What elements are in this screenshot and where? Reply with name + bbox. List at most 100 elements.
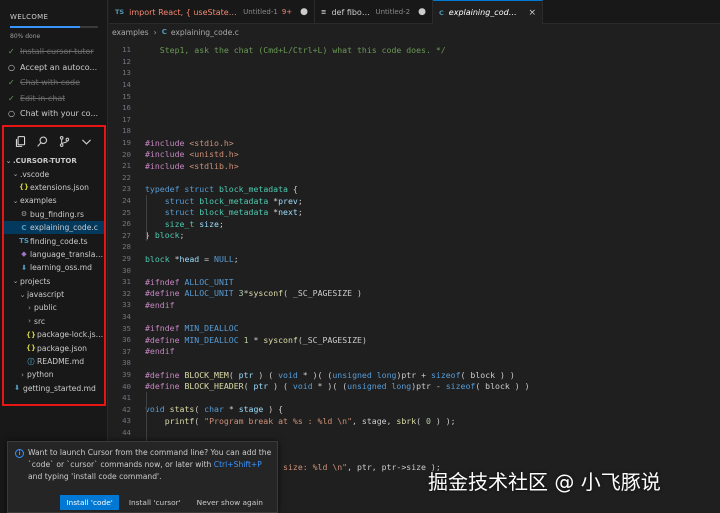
explorer-folder[interactable]: ⌄ .vscode	[4, 167, 104, 180]
code-token: size	[199, 218, 219, 229]
code-line: 15	[109, 90, 709, 102]
line-number: 38	[122, 358, 131, 368]
editor-tab[interactable]: ≡ def fibonacci(n):Untitled-2 ●	[315, 0, 433, 24]
code-token: MIN_DEALLOC	[184, 323, 239, 334]
code-token: ;	[179, 230, 185, 241]
explorer-file[interactable]: {} extensions.json	[4, 181, 104, 194]
code-line: 13	[109, 67, 709, 79]
explorer-folder[interactable]: › public	[4, 301, 104, 314]
never-show-again-button[interactable]: Never show again	[191, 495, 269, 510]
line-number: 12	[122, 56, 131, 66]
code-text: printf( "Program break at %s : %ld \n", …	[145, 416, 456, 426]
explorer-item-label: package.json	[37, 343, 87, 353]
code-text: #include <stdio.h>	[145, 138, 234, 148]
welcome-step[interactable]: ○ Accept an autoco...	[8, 60, 104, 76]
line-number: 43	[122, 416, 131, 426]
code-token: unsigned long	[332, 369, 397, 380]
code-token: #endif	[145, 346, 175, 357]
code-line: 38	[109, 357, 709, 369]
editor-tab[interactable]: TS import React, { useState, useEffect } …	[109, 0, 315, 24]
source-control-icon[interactable]	[56, 133, 72, 149]
code-line: 11 Step1, ask the chat (Cmd+L/Ctrl+L) wh…	[109, 44, 709, 56]
explorer-panel: ⌄ .CURSOR-TUTOR ⌄ .vscode{} extensions.jso…	[2, 125, 106, 406]
welcome-step[interactable]: ✓ Edit in chat	[8, 91, 104, 107]
notification-message-part2: and typing 'install code command'.	[28, 472, 162, 481]
explorer-folder[interactable]: ⌄ examples	[4, 194, 104, 207]
code-text: size_t size;	[145, 219, 224, 229]
code-token: void	[292, 381, 313, 392]
code-line: 33 #endif	[109, 299, 709, 311]
code-token: (_SC_PAGESIZE)	[297, 334, 367, 345]
explorer-item-label: learning_oss.md	[30, 263, 92, 273]
code-line: 37 #endif	[109, 346, 709, 358]
code-token: stage	[238, 404, 264, 415]
explorer-folder[interactable]: › python	[4, 368, 104, 381]
code-token: (	[416, 415, 426, 426]
breadcrumb-file[interactable]: explaining_code.c	[171, 28, 239, 37]
welcome-step[interactable]: ✓ Chat with code	[8, 75, 104, 91]
code-token: ALLOC_UNIT	[184, 276, 234, 287]
code-line: 42 void stats( char * stage ) {	[109, 404, 709, 416]
explorer-root[interactable]: ⌄ .CURSOR-TUTOR	[4, 154, 104, 167]
code-token: ( _SC_PAGESIZE )	[283, 288, 362, 299]
install-cursor-button[interactable]: Install 'cursor'	[123, 495, 187, 510]
modified-dot-icon[interactable]: ●	[418, 7, 426, 17]
code-text: block *head = NULL;	[145, 254, 239, 264]
code-text: struct block_metadata *next;	[145, 207, 303, 217]
code-token: stats	[169, 404, 195, 415]
check-icon: ✓	[8, 93, 15, 103]
code-line: 44	[109, 427, 709, 439]
explorer-file[interactable]: ⓘ README.md	[4, 355, 104, 368]
code-token: ( block ) )	[460, 369, 515, 380]
rust-file-icon: ⚙	[20, 210, 28, 219]
welcome-step[interactable]: ○ Chat with your co...	[8, 106, 104, 122]
line-number: 19	[122, 138, 131, 148]
code-line: 30	[109, 264, 709, 276]
code-token: sysconf	[263, 334, 298, 345]
explorer-file[interactable]: ◆language_translatio...	[4, 248, 104, 261]
explorer-file[interactable]: TS finding_code.ts	[4, 234, 104, 247]
line-number: 26	[122, 219, 131, 229]
explorer-item-label: examples	[20, 196, 57, 206]
welcome-step-label: Chat with your co...	[20, 109, 99, 119]
line-number: 22	[122, 172, 131, 182]
chevron-right-icon: ›	[28, 303, 31, 312]
code-line: 19 #include <stdio.h>	[109, 137, 709, 149]
search-icon[interactable]	[34, 133, 50, 149]
code-text: #endif	[145, 300, 175, 310]
explorer-file[interactable]: ⬇ learning_oss.md	[4, 261, 104, 274]
explorer-item-label: .vscode	[20, 169, 50, 179]
code-token: MIN_DEALLOC	[184, 334, 239, 345]
close-icon[interactable]: ×	[528, 8, 536, 18]
explorer-folder[interactable]: › src	[4, 315, 104, 328]
files-icon[interactable]	[12, 133, 28, 149]
chevron-down-icon[interactable]	[78, 133, 94, 149]
welcome-step[interactable]: ✓ Install cursor-tutor	[8, 44, 104, 60]
explorer-folder[interactable]: ⌄ projects	[4, 275, 104, 288]
code-token: #define	[145, 288, 185, 299]
code-token: ;	[233, 253, 239, 264]
explorer-file[interactable]: Cexplaining_code.c	[4, 220, 104, 235]
code-token: ) {	[263, 404, 284, 415]
code-token: ) (	[268, 381, 293, 392]
explorer-folder[interactable]: ⌄ javascript	[4, 288, 104, 301]
explorer-file[interactable]: {} package.json	[4, 341, 104, 354]
code-token: ;	[218, 218, 224, 229]
code-token: next	[278, 207, 298, 218]
modified-dot-icon[interactable]: ●	[300, 7, 308, 17]
explorer-file[interactable]: ⬇ getting_started.md	[4, 382, 104, 395]
editor-tab[interactable]: Cexplaining_code.c ×	[433, 0, 543, 24]
explorer-file[interactable]: {} package-lock.json	[4, 328, 104, 341]
code-line: 20 #include <unistd.h>	[109, 148, 709, 160]
line-number: 41	[122, 393, 131, 403]
install-code-button[interactable]: Install 'code'	[60, 495, 119, 510]
code-line: 31 #ifndef ALLOC_UNIT	[109, 276, 709, 288]
breadcrumb-folder[interactable]: examples	[112, 28, 149, 37]
info-file-icon: ⓘ	[27, 357, 35, 366]
code-token: head	[179, 253, 200, 264]
line-number: 28	[122, 242, 131, 252]
explorer-file[interactable]: ⚙ bug_finding.rs	[4, 208, 104, 221]
line-number: 36	[122, 335, 131, 345]
explorer-item-label: package-lock.json	[37, 330, 104, 340]
